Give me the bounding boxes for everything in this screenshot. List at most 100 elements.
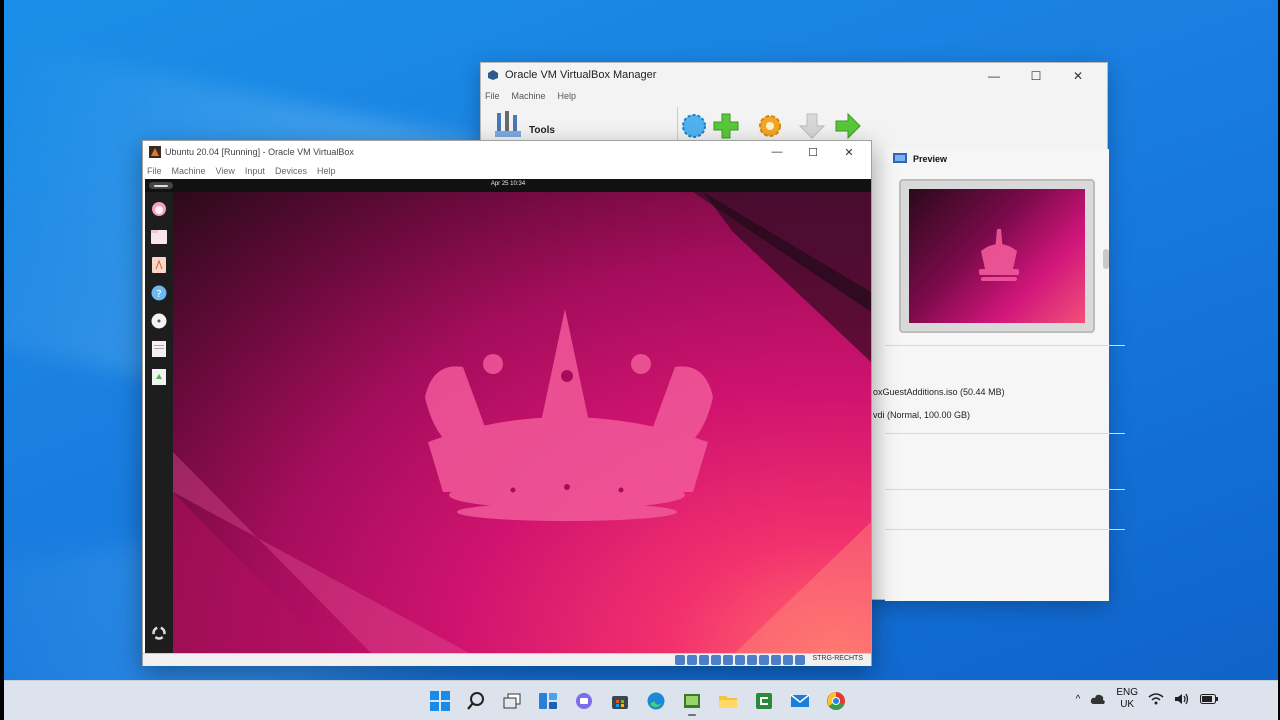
firefox-icon[interactable] [150,200,168,218]
divider [885,345,1125,346]
chat-icon[interactable] [568,685,600,717]
clock[interactable]: Apr 25 10:34 [145,181,871,187]
details-pane: Preview oxGuestAdditions.iso (50.44 MB) [873,149,1125,601]
task-view-icon[interactable] [496,685,528,717]
file-explorer-icon[interactable] [712,685,744,717]
camtasia-icon[interactable] [748,685,780,717]
divider [885,529,1125,530]
mouse-integration-status-icon[interactable] [783,655,793,665]
ubuntu-wallpaper [173,192,871,655]
add-icon[interactable] [711,111,741,141]
vm-status-bar: STRG-RECHTS [143,653,871,666]
menu-file[interactable]: File [485,91,500,101]
host-key-label[interactable]: STRG-RECHTS [812,655,863,662]
preview-screen [909,189,1085,323]
minimize-button[interactable]: — [973,67,1015,85]
monitor-icon [893,153,907,163]
keyboard-status-icon[interactable] [795,655,805,665]
ubuntu-top-bar: Apr 25 10:34 [145,179,871,192]
wifi-icon[interactable] [1148,692,1164,706]
menu-input[interactable]: Input [245,166,265,176]
widgets-icon[interactable] [532,685,564,717]
menu-machine[interactable]: Machine [172,166,206,176]
language-code: ENG [1116,687,1138,698]
menu-bar: File Machine Help [481,87,1107,105]
help-icon[interactable]: ? [150,284,168,302]
taskbar: ^ ENG UK [4,680,1278,720]
keyboard-layout: UK [1120,699,1135,710]
recording-status-icon[interactable] [759,655,769,665]
toolbar-separator [677,107,678,143]
menu-devices[interactable]: Devices [275,166,307,176]
text-editor-icon[interactable] [150,340,168,358]
volume-icon[interactable] [1174,692,1190,706]
crown-logo-icon [979,229,1019,281]
running-indicator [688,714,696,716]
files-icon[interactable] [150,228,168,246]
tools-icon[interactable] [495,109,521,139]
network-status-icon[interactable] [711,655,721,665]
close-button[interactable]: ✕ [1057,67,1099,85]
maximize-button[interactable]: ☐ [1015,67,1057,85]
window-controls: — ☐ ✕ [759,143,867,161]
minimize-button[interactable]: — [759,143,795,161]
disc-icon[interactable] [150,312,168,330]
mail-icon[interactable] [784,685,816,717]
crown-logo-icon [425,309,713,521]
shared-folders-status-icon[interactable] [735,655,745,665]
chrome-icon[interactable] [820,685,852,717]
toolbar: Tools [481,105,1107,145]
start-icon[interactable] [424,685,456,717]
window-title: Ubuntu 20.04 [Running] - Oracle VM Virtu… [165,147,354,157]
show-apps-icon[interactable] [150,624,168,642]
trash-icon[interactable] [150,368,168,386]
cpu-status-icon[interactable] [771,655,781,665]
menu-help[interactable]: Help [317,166,336,176]
system-tray: ^ ENG UK [1076,687,1218,711]
window-title: Oracle VM VirtualBox Manager [505,69,657,81]
audio-status-icon[interactable] [699,655,709,665]
hard-disk-status-icon[interactable] [675,655,685,665]
menu-help[interactable]: Help [558,91,577,101]
edge-icon[interactable] [640,685,672,717]
settings-gear-icon[interactable] [755,111,785,141]
svg-text:?: ? [156,289,161,300]
start-arrow-icon[interactable] [833,111,863,141]
cloud-icon[interactable] [1090,693,1106,705]
preview-label: Preview [913,154,948,164]
tools-label[interactable]: Tools [529,125,555,136]
ubuntu-vm-icon [149,146,161,158]
discard-arrow-icon[interactable] [797,111,827,141]
maximize-button[interactable]: ☐ [795,143,831,161]
menu-file[interactable]: File [147,166,162,176]
vm-window[interactable]: Ubuntu 20.04 [Running] - Oracle VM Virtu… [142,140,872,666]
menu-bar: File Machine View Input Devices Help [143,163,871,179]
detail-hard-disk: vdi (Normal, 100.00 GB) [873,410,971,420]
usb-status-icon[interactable] [723,655,733,665]
preview-thumbnail [899,179,1095,333]
divider [885,433,1125,434]
desktop: Oracle VM VirtualBox Manager — ☐ ✕ File … [4,0,1278,680]
menu-machine[interactable]: Machine [512,91,546,101]
virtualbox-icon[interactable] [676,685,708,717]
optical-drive-status-icon[interactable] [687,655,697,665]
close-button[interactable]: ✕ [831,143,867,161]
menu-view[interactable]: View [216,166,235,176]
language-indicator[interactable]: ENG UK [1116,687,1138,711]
battery-icon[interactable] [1200,694,1218,704]
detail-optical-drive: oxGuestAdditions.iso (50.44 MB) [873,387,1005,397]
scrollbar-thumb[interactable] [1103,249,1109,269]
window-controls: — ☐ ✕ [973,67,1099,85]
software-icon[interactable] [150,256,168,274]
ubuntu-dock: ? [145,192,173,655]
status-icons [675,655,805,665]
display-status-icon[interactable] [747,655,757,665]
guest-screen[interactable]: Apr 25 10:34 ? [145,179,871,655]
taskbar-apps [424,685,852,717]
divider [885,489,1125,490]
new-machine-icon[interactable] [679,111,709,141]
search-icon[interactable] [460,685,492,717]
store-icon[interactable] [604,685,636,717]
chevron-up-icon[interactable]: ^ [1076,694,1081,705]
preview-header: Preview [893,153,947,165]
